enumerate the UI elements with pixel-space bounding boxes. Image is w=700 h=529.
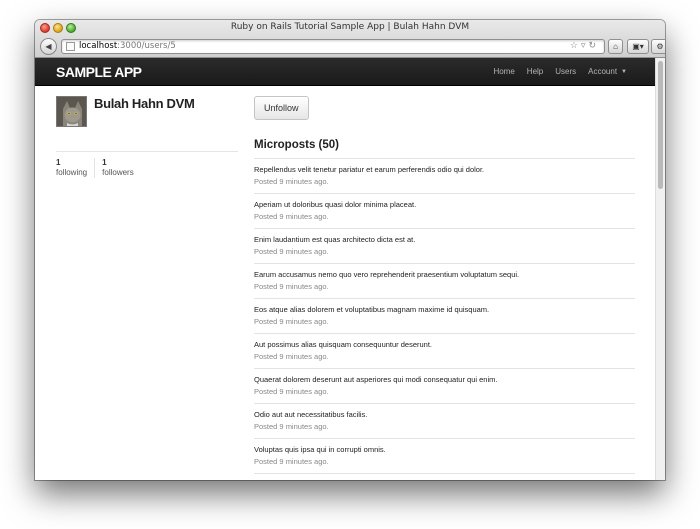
following-label: following	[56, 168, 88, 177]
post-content: Voluptas quis ipsa qui in corrupti omnis…	[254, 445, 386, 454]
following-stat-link[interactable]: 1 following	[56, 158, 96, 178]
post-content: Aut possimus alias quisquam consequuntur…	[254, 340, 433, 349]
url-actions: ☆▿↻	[570, 40, 599, 51]
post-timestamp: Posted 9 minutes ago.	[254, 177, 329, 186]
top-navbar: sample app Home Help Users Account ▼	[35, 58, 655, 86]
scrollbar-thumb[interactable]	[658, 61, 663, 189]
bookmark-star-icon[interactable]: ☆	[570, 40, 581, 50]
unfollow-button[interactable]: Unfollow	[254, 96, 309, 120]
post-content: Earum accusamus nemo quo vero reprehende…	[254, 270, 520, 279]
list-item: Odio aut aut necessitatibus facilis. Post…	[254, 404, 635, 439]
following-count: 1	[56, 158, 61, 167]
post-timestamp: Posted 9 minutes ago.	[254, 387, 329, 396]
followers-label: followers	[102, 168, 134, 177]
browser-window: Ruby on Rails Tutorial Sample App | Bula…	[35, 20, 665, 480]
post-timestamp: Posted 9 minutes ago.	[254, 247, 329, 256]
page-icon	[66, 42, 75, 51]
back-arrow-icon: ◀	[45, 42, 52, 51]
post-content: Eos atque alias dolorem et voluptatibus …	[254, 305, 490, 314]
url-path: :3000/users/5	[117, 41, 176, 51]
chevron-down-icon: ▼	[621, 68, 627, 75]
home-icon: ⌂	[613, 42, 618, 51]
list-item: Repellendus velit tenetur pariatur et ea…	[254, 159, 635, 194]
avatar	[56, 96, 87, 127]
vertical-scrollbar[interactable]	[655, 58, 665, 480]
post-content: Odio aut aut necessitatibus facilis.	[254, 410, 368, 419]
wrench-icon: ⚙	[656, 42, 664, 51]
post-timestamp: Posted 9 minutes ago.	[254, 457, 329, 466]
follow-stats: 1 following 1 followers	[56, 158, 134, 178]
list-item: Quaerat dolorem deserunt aut asperiores …	[254, 369, 635, 404]
user-name: Bulah Hahn DVM	[94, 96, 195, 111]
micropost-list: Repellendus velit tenetur pariatur et ea…	[254, 158, 635, 474]
followers-count: 1	[102, 158, 107, 167]
address-bar[interactable]: localhost:3000/users/5 ☆▿↻	[61, 39, 605, 54]
window-title: Ruby on Rails Tutorial Sample App | Bula…	[230, 22, 470, 32]
list-item: Aperiam ut doloribus quasi dolor minima …	[254, 194, 635, 229]
app-logo[interactable]: sample app	[56, 64, 142, 80]
post-timestamp: Posted 9 minutes ago.	[254, 422, 329, 431]
nav-users-link[interactable]: Users	[555, 67, 576, 76]
post-timestamp: Posted 9 minutes ago.	[254, 212, 329, 221]
post-content: Repellendus velit tenetur pariatur et ea…	[254, 165, 485, 174]
followers-stat-link[interactable]: 1 followers	[95, 158, 134, 178]
nav-help-link[interactable]: Help	[527, 67, 543, 76]
sidebar-divider	[56, 151, 238, 152]
nav-account-dropdown[interactable]: Account ▼	[588, 67, 627, 76]
list-item: Voluptas quis ipsa qui in corrupti omnis…	[254, 439, 635, 474]
url-text: localhost:3000/users/5	[79, 41, 176, 51]
microposts-heading: Microposts (50)	[254, 139, 339, 151]
tools-button[interactable]: ⚙	[651, 39, 665, 54]
browser-toolbar: Ruby on Rails Tutorial Sample App | Bula…	[35, 20, 665, 58]
list-item: Earum accusamus nemo quo vero reprehende…	[254, 264, 635, 299]
url-host: localhost	[79, 41, 118, 51]
home-button[interactable]: ⌂	[608, 39, 623, 54]
list-item: Enim laudantium est quas architecto dict…	[254, 229, 635, 264]
nav-account-label: Account	[588, 67, 618, 76]
post-timestamp: Posted 9 minutes ago.	[254, 352, 329, 361]
page-viewport: sample app Home Help Users Account ▼	[35, 58, 655, 480]
list-item: Eos atque alias dolorem et voluptatibus …	[254, 299, 635, 334]
list-item: Aut possimus alias quisquam consequuntur…	[254, 334, 635, 369]
post-timestamp: Posted 9 minutes ago.	[254, 317, 329, 326]
post-content: Enim laudantium est quas architecto dict…	[254, 235, 416, 244]
post-content: Aperiam ut doloribus quasi dolor minima …	[254, 200, 417, 209]
cat-avatar-icon	[57, 97, 86, 126]
bookmarks-icon: ▣▾	[632, 42, 644, 51]
reload-icon[interactable]: ↻	[588, 40, 599, 50]
nav-home-link[interactable]: Home	[493, 67, 514, 76]
back-button[interactable]: ◀	[40, 38, 57, 55]
nav-menu: Home Help Users Account ▼	[493, 67, 627, 76]
bookmarks-button[interactable]: ▣▾	[627, 39, 649, 54]
post-timestamp: Posted 9 minutes ago.	[254, 282, 329, 291]
post-content: Quaerat dolorem deserunt aut asperiores …	[254, 375, 498, 384]
